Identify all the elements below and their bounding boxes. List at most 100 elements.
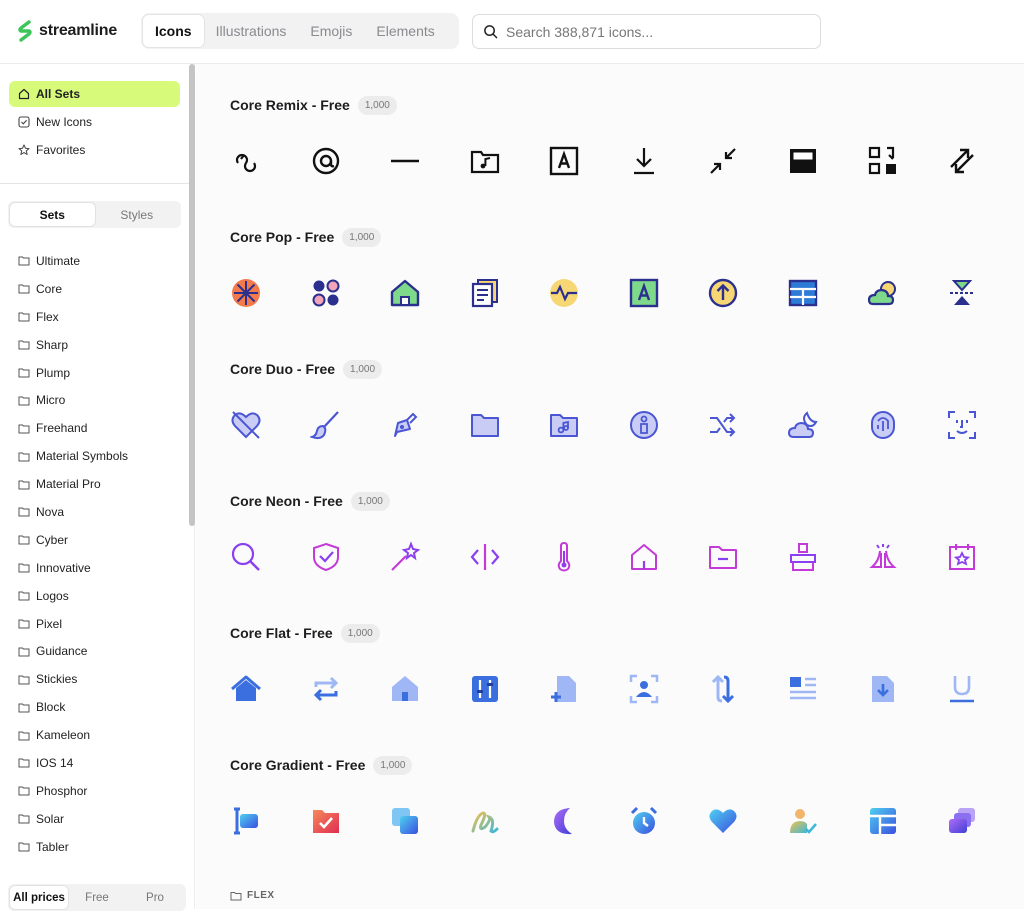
icon-tile[interactable] — [226, 801, 266, 841]
section-title[interactable]: Core Flat - Free — [230, 625, 333, 641]
section-header[interactable]: Core Duo - Free 1,000 — [230, 358, 1010, 380]
sidebar-set-flex[interactable]: Flex — [18, 303, 183, 331]
price-pro[interactable]: Pro — [126, 886, 184, 909]
sidebar-set-block[interactable]: Block — [18, 693, 183, 721]
icon-tile[interactable] — [942, 273, 982, 313]
icon-tile[interactable] — [942, 405, 982, 445]
section-title[interactable]: Core Duo - Free — [230, 361, 335, 377]
price-all[interactable]: All prices — [10, 886, 68, 909]
sidebar-set-phosphor[interactable]: Phosphor — [18, 777, 183, 805]
search-input[interactable] — [506, 23, 806, 40]
icon-tile[interactable] — [624, 669, 664, 709]
icon-tile[interactable] — [703, 273, 743, 313]
streamline-logo[interactable]: streamline — [18, 20, 117, 42]
icon-tile[interactable] — [226, 141, 266, 181]
icon-tile[interactable] — [544, 537, 584, 577]
section-header[interactable]: Core Remix - Free 1,000 — [230, 94, 1010, 116]
icon-tile[interactable] — [544, 273, 584, 313]
icon-tile[interactable] — [624, 801, 664, 841]
icon-tile[interactable] — [306, 273, 346, 313]
icon-tile[interactable] — [544, 405, 584, 445]
sidebar-set-plump[interactable]: Plump — [18, 359, 183, 387]
sidebar-set-kameleon[interactable]: Kameleon — [18, 721, 183, 749]
sidebar-set-cyber[interactable]: Cyber — [18, 526, 183, 554]
section-header[interactable]: Core Flat - Free 1,000 — [230, 622, 1010, 644]
icon-tile[interactable] — [863, 801, 903, 841]
icon-tile[interactable] — [306, 669, 346, 709]
icon-tile[interactable] — [783, 801, 823, 841]
price-free[interactable]: Free — [68, 886, 126, 909]
sidebar-set-micro[interactable]: Micro — [18, 386, 183, 414]
icon-tile[interactable] — [385, 537, 425, 577]
icon-tile[interactable] — [703, 141, 743, 181]
icon-tile[interactable] — [703, 405, 743, 445]
sidebar-set-innovative[interactable]: Innovative — [18, 554, 183, 582]
icon-tile[interactable] — [624, 273, 664, 313]
icon-tile[interactable] — [863, 669, 903, 709]
sidebar-set-material-pro[interactable]: Material Pro — [18, 470, 183, 498]
sidebar-set-nova[interactable]: Nova — [18, 498, 183, 526]
section-title[interactable]: Core Remix - Free — [230, 97, 350, 113]
tab-illustrations[interactable]: Illustrations — [204, 15, 299, 47]
icon-tile[interactable] — [783, 669, 823, 709]
sidebar-scrollbar[interactable] — [189, 64, 195, 526]
sidebar-set-ios-14[interactable]: IOS 14 — [18, 749, 183, 777]
sidebar-set-freehand[interactable]: Freehand — [18, 414, 183, 442]
icon-tile[interactable] — [624, 537, 664, 577]
sidebar-set-core[interactable]: Core — [18, 275, 183, 303]
sidebar-set-stickies[interactable]: Stickies — [18, 665, 183, 693]
icon-tile[interactable] — [226, 405, 266, 445]
section-title[interactable]: Core Neon - Free — [230, 493, 343, 509]
icon-tile[interactable] — [306, 801, 346, 841]
icon-tile[interactable] — [385, 801, 425, 841]
icon-tile[interactable] — [783, 141, 823, 181]
icon-tile[interactable] — [624, 141, 664, 181]
icon-tile[interactable] — [306, 141, 346, 181]
icon-tile[interactable] — [385, 273, 425, 313]
icon-tile[interactable] — [226, 537, 266, 577]
icon-tile[interactable] — [385, 141, 425, 181]
icon-tile[interactable] — [783, 273, 823, 313]
section-title[interactable]: Core Pop - Free — [230, 229, 334, 245]
icon-tile[interactable] — [465, 405, 505, 445]
sidebar-item-all-sets[interactable]: All Sets — [9, 81, 180, 107]
sidebar-set-pixel[interactable]: Pixel — [18, 610, 183, 638]
icon-tile[interactable] — [385, 669, 425, 709]
icon-tile[interactable] — [544, 801, 584, 841]
sidebar-set-guidance[interactable]: Guidance — [18, 637, 183, 665]
sidebar-set-solar[interactable]: Solar — [18, 805, 183, 833]
icon-tile[interactable] — [226, 669, 266, 709]
icon-tile[interactable] — [465, 537, 505, 577]
toggle-styles[interactable]: Styles — [95, 203, 180, 226]
sidebar-item-new-icons[interactable]: New Icons — [9, 109, 180, 135]
icon-tile[interactable] — [385, 405, 425, 445]
icon-tile[interactable] — [942, 537, 982, 577]
icon-tile[interactable] — [306, 537, 346, 577]
section-header[interactable]: Core Gradient - Free 1,000 — [230, 754, 1010, 776]
icon-tile[interactable] — [465, 273, 505, 313]
icon-tile[interactable] — [863, 273, 903, 313]
icon-tile[interactable] — [863, 141, 903, 181]
icon-tile[interactable] — [624, 405, 664, 445]
icon-tile[interactable] — [465, 141, 505, 181]
icon-tile[interactable] — [783, 537, 823, 577]
tab-elements[interactable]: Elements — [364, 15, 446, 47]
icon-tile[interactable] — [783, 405, 823, 445]
icon-tile[interactable] — [306, 405, 346, 445]
sidebar-set-tabler[interactable]: Tabler — [18, 833, 183, 861]
icon-tile[interactable] — [863, 405, 903, 445]
icon-tile[interactable] — [942, 141, 982, 181]
sidebar-set-ultimate[interactable]: Ultimate — [18, 247, 183, 275]
icon-tile[interactable] — [703, 669, 743, 709]
section-header[interactable]: Core Pop - Free 1,000 — [230, 226, 1010, 248]
sidebar-set-sharp[interactable]: Sharp — [18, 331, 183, 359]
section-header[interactable]: Core Neon - Free 1,000 — [230, 490, 1010, 512]
sidebar-set-material-symbols[interactable]: Material Symbols — [18, 442, 183, 470]
icon-tile[interactable] — [544, 141, 584, 181]
icon-tile[interactable] — [703, 537, 743, 577]
icon-tile[interactable] — [942, 669, 982, 709]
tab-icons[interactable]: Icons — [143, 15, 204, 47]
icon-tile[interactable] — [226, 273, 266, 313]
icon-tile[interactable] — [465, 801, 505, 841]
sidebar-set-logos[interactable]: Logos — [18, 582, 183, 610]
